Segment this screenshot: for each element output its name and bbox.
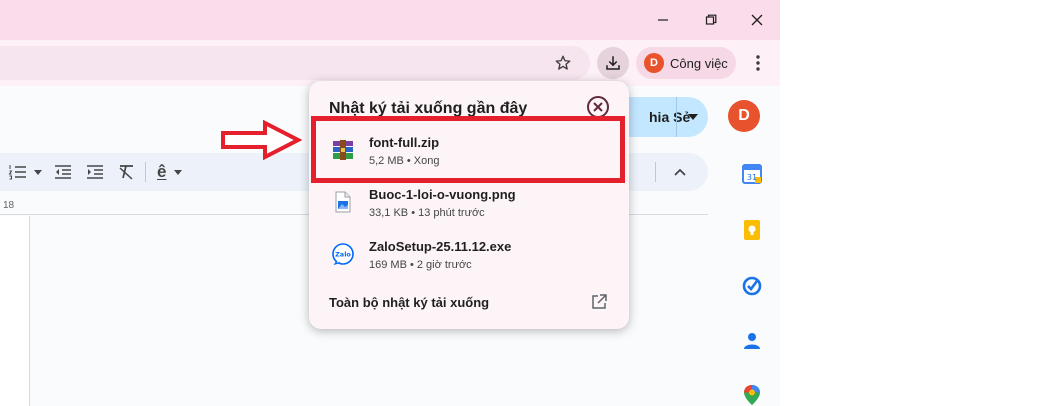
caret-down-icon	[34, 169, 42, 175]
download-item-name: ZaloSetup-25.11.12.exe	[369, 239, 512, 254]
input-tools-glyph: ê	[157, 162, 167, 181]
document-page[interactable]	[0, 216, 30, 406]
input-tools-button[interactable]: ê	[157, 162, 193, 182]
open-in-new-icon[interactable]	[590, 293, 608, 311]
full-download-history-link[interactable]: Toàn bộ nhật ký tải xuống	[329, 295, 489, 310]
decrease-indent-button[interactable]	[53, 162, 73, 182]
profile-avatar: D	[644, 53, 664, 73]
numbered-list-icon	[8, 165, 26, 180]
browser-menu-button[interactable]	[746, 51, 770, 75]
download-item-meta: 169 MB • 2 giờ trước	[369, 259, 472, 271]
image-file-icon	[331, 190, 355, 214]
download-item[interactable]: Zalo ZaloSetup-25.11.12.exe 169 MB • 2 g…	[309, 229, 629, 281]
close-icon	[751, 14, 763, 26]
clear-formatting-icon	[119, 165, 133, 180]
downloads-button[interactable]	[597, 47, 629, 79]
numbered-list-menu-button[interactable]	[32, 162, 44, 182]
calendar-app-button[interactable]: 31	[741, 163, 763, 185]
svg-text:Zalo: Zalo	[335, 251, 351, 259]
ruler-number: 18	[3, 200, 15, 211]
svg-text:31: 31	[747, 173, 757, 182]
download-icon	[606, 56, 620, 70]
download-item-name: Buoc-1-loi-o-vuong.png	[369, 187, 516, 202]
download-item[interactable]: Buoc-1-loi-o-vuong.png 33,1 KB • 13 phút…	[309, 177, 629, 229]
browser-window: D Công việc hia Sẻ D ê 18 31 Nhật ký tải…	[0, 0, 780, 406]
caret-down-icon	[174, 169, 183, 175]
close-window-button[interactable]	[745, 8, 769, 32]
keep-app-button[interactable]	[741, 219, 763, 241]
restore-button[interactable]	[699, 8, 723, 32]
calendar-icon: 31	[742, 164, 762, 184]
star-icon	[555, 55, 571, 70]
maps-app-button[interactable]	[741, 384, 763, 406]
more-vert-icon	[756, 55, 760, 71]
contacts-app-button[interactable]	[741, 330, 763, 352]
contacts-icon	[744, 333, 760, 349]
title-bar	[0, 0, 780, 40]
zalo-icon: Zalo	[331, 242, 355, 266]
share-options-button[interactable]	[676, 97, 708, 137]
browser-toolbar: D Công việc	[0, 40, 780, 86]
restore-icon	[705, 14, 717, 25]
download-item-meta: 33,1 KB • 13 phút trước	[369, 207, 485, 219]
tasks-icon	[742, 276, 762, 296]
side-panel: 31	[732, 156, 772, 406]
chevron-up-icon	[674, 168, 686, 176]
increase-indent-button[interactable]	[85, 162, 105, 182]
user-avatar[interactable]: D	[728, 100, 760, 132]
annotation-arrow-icon	[221, 120, 302, 160]
keep-icon	[744, 220, 760, 240]
decrease-indent-icon	[55, 165, 71, 179]
profile-label: Công việc	[670, 55, 728, 71]
hide-menus-button[interactable]	[670, 162, 690, 182]
numbered-list-button[interactable]	[8, 162, 28, 182]
maps-icon	[744, 385, 760, 405]
caret-down-icon	[687, 114, 698, 120]
increase-indent-icon	[87, 165, 103, 179]
toolbar-divider	[655, 162, 656, 182]
annotation-highlight-box	[311, 116, 625, 183]
toolbar-divider	[145, 162, 146, 182]
minimize-icon	[658, 19, 668, 21]
clear-formatting-button[interactable]	[116, 162, 136, 182]
bookmark-button[interactable]	[551, 51, 575, 75]
profile-chip[interactable]: D Công việc	[636, 47, 736, 79]
tasks-app-button[interactable]	[741, 275, 763, 297]
minimize-button[interactable]	[651, 8, 675, 32]
address-bar[interactable]	[0, 46, 590, 80]
